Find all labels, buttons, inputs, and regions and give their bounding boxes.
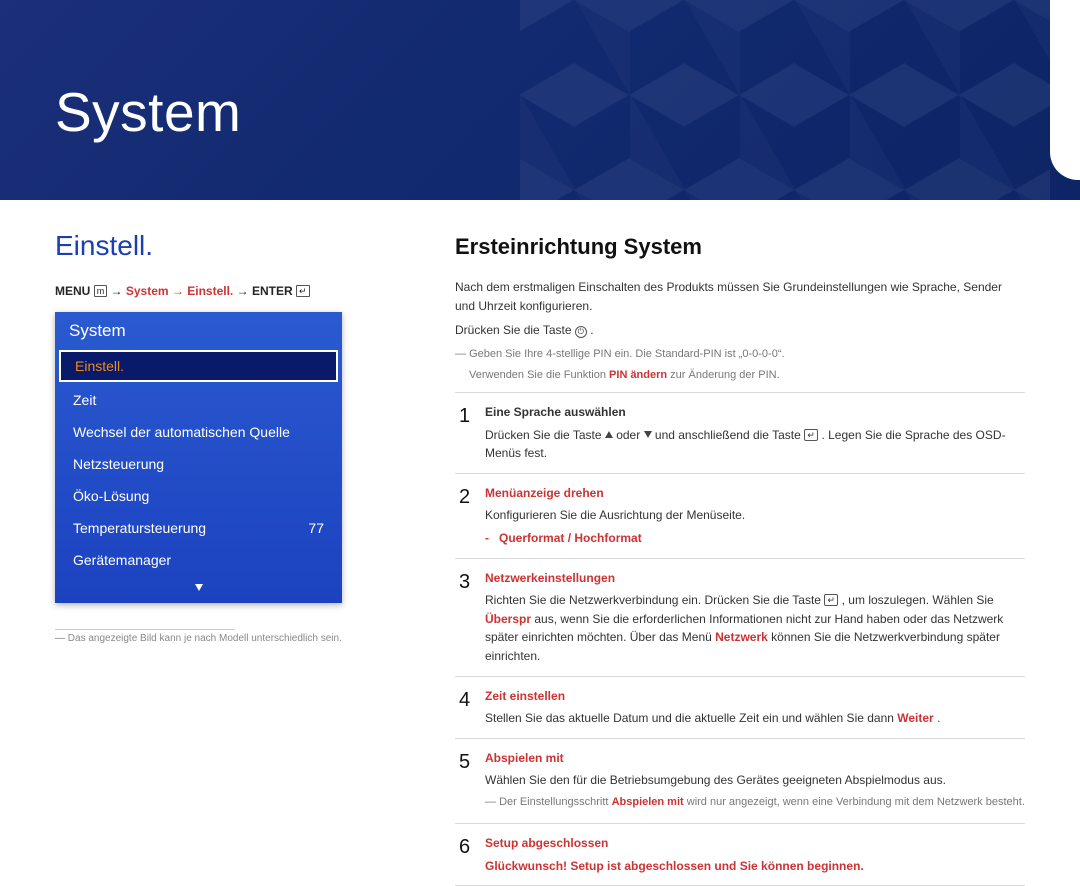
- pin-note-2: Verwenden Sie die Funktion PIN ändern zu…: [455, 367, 1025, 384]
- enter-icon: ↵: [804, 429, 818, 441]
- breadcrumb: MENU m → System → Einstell. → ENTER ↵: [55, 284, 400, 298]
- enter-icon: ↵: [296, 285, 310, 297]
- osd-row-oeko[interactable]: Öko-Lösung: [57, 480, 340, 512]
- cube-pattern: [520, 0, 1050, 200]
- osd-row-quelle[interactable]: Wechsel der automatischen Quelle: [57, 416, 340, 448]
- corner-cut: [1050, 0, 1080, 180]
- pin-note-1: ― Geben Sie Ihre 4-stellige PIN ein. Die…: [455, 346, 1025, 363]
- power-icon: ⏻: [575, 326, 587, 338]
- down-icon: [644, 431, 652, 438]
- menu-icon: m: [94, 285, 108, 297]
- left-column: Einstell. MENU m → System → Einstell. → …: [55, 230, 400, 886]
- page-title: System: [55, 80, 241, 144]
- osd-row-zeit[interactable]: Zeit: [57, 384, 340, 416]
- step3-body: Richten Sie die Netzwerkverbindung ein. …: [485, 591, 1025, 665]
- osd-title: System: [57, 314, 340, 350]
- step1-body: Drücken Sie die Taste oder und anschließ…: [485, 426, 1025, 463]
- step2-body: Konfigurieren Sie die Ausrichtung der Me…: [485, 506, 1025, 525]
- chevron-down-icon: [195, 584, 203, 591]
- step4-body: Stellen Sie das aktuelle Datum und die a…: [485, 709, 1025, 728]
- right-column: Ersteinrichtung System Nach dem erstmali…: [455, 230, 1025, 886]
- osd-row-temperatur[interactable]: Temperatursteuerung 77: [57, 512, 340, 544]
- steps-list: Eine Sprache auswählen Drücken Sie die T…: [455, 392, 1025, 886]
- step2-sub: - Querformat / Hochformat: [485, 529, 1025, 548]
- osd-row-einstell[interactable]: Einstell.: [59, 350, 338, 382]
- bc-path: System → Einstell.: [126, 284, 233, 298]
- footnote: ― Das angezeigte Bild kann je nach Model…: [55, 633, 400, 644]
- step5-note: ― Der Einstellungsschritt Abspielen mit …: [485, 794, 1025, 811]
- step2-head: Menüanzeige drehen: [485, 484, 1025, 503]
- intro-1: Nach dem erstmaligen Einschalten des Pro…: [455, 278, 1025, 315]
- step1-head: Eine Sprache auswählen: [485, 403, 1025, 422]
- step3-head: Netzwerkeinstellungen: [485, 569, 1025, 588]
- intro-2: Drücken Sie die Taste ⏻ .: [455, 321, 1025, 340]
- bc-menu: MENU: [55, 284, 90, 298]
- up-icon: [605, 431, 613, 438]
- step5-head: Abspielen mit: [485, 749, 1025, 768]
- step-1: Eine Sprache auswählen Drücken Sie die T…: [455, 392, 1025, 473]
- osd-scroll-down[interactable]: [57, 576, 340, 603]
- footnote-rule: [55, 629, 235, 630]
- section-title: Einstell.: [55, 230, 400, 262]
- hero-banner: System: [0, 0, 1080, 200]
- osd-row-geraetemanager[interactable]: Gerätemanager: [57, 544, 340, 576]
- step5-body: Wählen Sie den für die Betriebsumgebung …: [485, 771, 1025, 790]
- osd-menu: System Einstell. Zeit Wechsel der automa…: [55, 312, 342, 603]
- osd-row-netzsteuerung[interactable]: Netzsteuerung: [57, 448, 340, 480]
- step-5: Abspielen mit Wählen Sie den für die Bet…: [455, 738, 1025, 823]
- right-title: Ersteinrichtung System: [455, 230, 1025, 264]
- bc-enter: ENTER: [252, 284, 293, 298]
- step-2: Menüanzeige drehen Konfigurieren Sie die…: [455, 473, 1025, 558]
- step-6: Setup abgeschlossen Glückwunsch! Setup i…: [455, 823, 1025, 886]
- step6-head: Setup abgeschlossen: [485, 834, 1025, 853]
- enter-icon: ↵: [824, 594, 838, 606]
- step-3: Netzwerkeinstellungen Richten Sie die Ne…: [455, 558, 1025, 676]
- step6-body: Glückwunsch! Setup ist abgeschlossen und…: [485, 857, 1025, 876]
- step4-head: Zeit einstellen: [485, 687, 1025, 706]
- step-4: Zeit einstellen Stellen Sie das aktuelle…: [455, 676, 1025, 738]
